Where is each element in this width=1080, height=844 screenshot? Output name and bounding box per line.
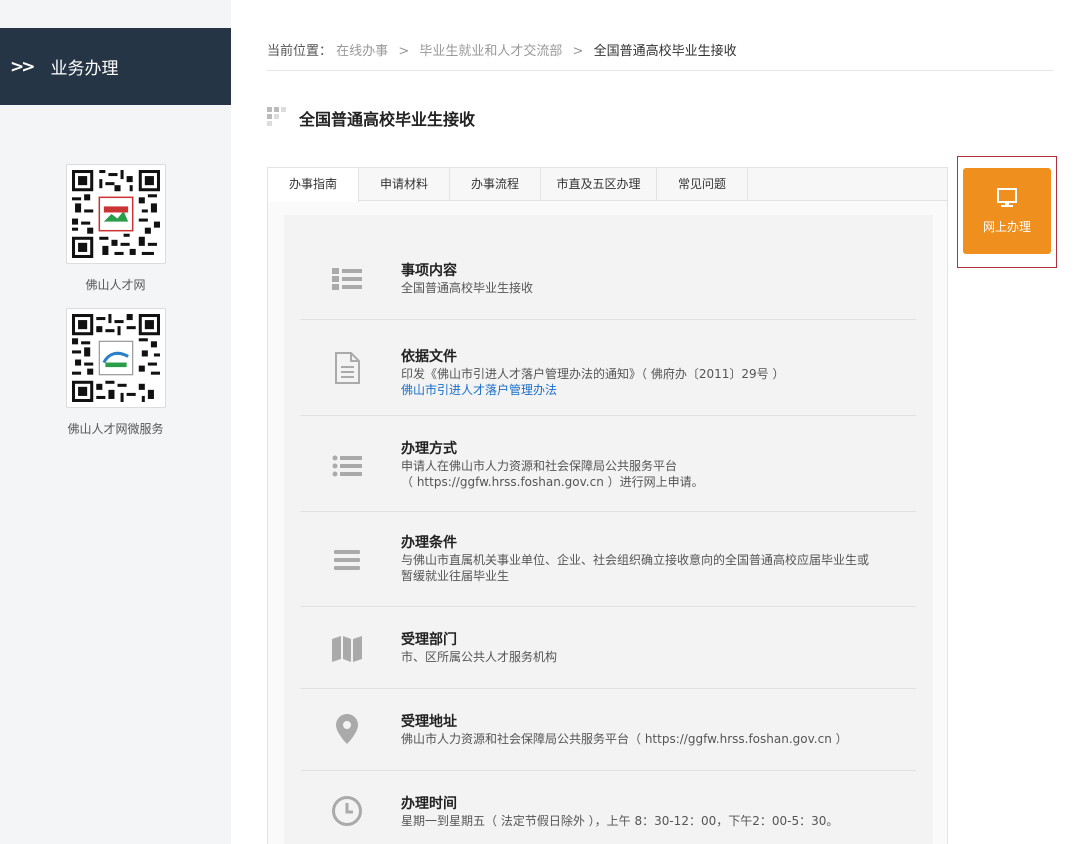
- tab-faq[interactable]: 常见问题: [657, 168, 748, 201]
- online-button-frame: 网上办理: [957, 156, 1057, 268]
- breadcrumb-prefix: 当前位置：: [267, 44, 333, 59]
- item-desc: 暂缓就业往届毕业生: [401, 569, 510, 583]
- item-content: 受理地址 佛山市人力资源和社会保障局公共服务平台（ https://ggfw.h…: [401, 713, 848, 747]
- qr-label: 佛山人才网: [85, 278, 146, 292]
- item-desc: （ https://ggfw.hrss.foshan.gov.cn ）进行网上申…: [401, 475, 704, 489]
- map-icon: [331, 633, 363, 665]
- item-content: 依据文件 印发《佛山市引进人才落户管理办法的通知》（ 佛府办〔2011〕29号 …: [401, 348, 784, 398]
- tab-bar: 办事指南 申请材料 办事流程 市直及五区办理 常见问题: [268, 168, 947, 202]
- qr-block-website: 佛山人才网: [0, 164, 231, 293]
- online-button-label: 网上办理: [982, 219, 1031, 234]
- list-item-hours: 办理时间 星期一到星期五（ 法定节假日除外 ），上午 8：30-12：00，下午…: [301, 771, 916, 844]
- breadcrumb-separator: >: [572, 44, 584, 59]
- item-title: 事项内容: [401, 263, 457, 279]
- item-desc: 全国普通高校毕业生接收: [401, 281, 534, 295]
- qr-code-icon: [71, 170, 160, 258]
- qr-label: 佛山人才网微服务: [67, 422, 164, 436]
- item-content: 事项内容 全国普通高校毕业生接收: [401, 262, 533, 296]
- grid-dots-icon: [267, 107, 286, 126]
- item-title: 办理条件: [401, 535, 457, 551]
- list-icon: [331, 263, 363, 295]
- qr-code-image: [65, 164, 166, 264]
- list-item-conditions: 办理条件 与佛山市直属机关事业单位、企业、社会组织确立接收意向的全国普通高校应届…: [301, 512, 916, 607]
- tab-panel: 办事指南 申请材料 办事流程 市直及五区办理 常见问题 事项内容 全国普通高校毕…: [267, 167, 948, 844]
- basis-document-link[interactable]: 佛山市引进人才落户管理办法: [401, 382, 784, 398]
- breadcrumb-link-department[interactable]: 毕业生就业和人才交流部: [419, 44, 562, 59]
- tab-process[interactable]: 办事流程: [450, 168, 541, 201]
- item-desc: 星期一到星期五（ 法定节假日除外 ），上午 8：30-12：00，下午2：00-…: [401, 814, 839, 828]
- clock-icon: [331, 795, 363, 827]
- item-desc: 佛山市人力资源和社会保障局公共服务平台（ https://ggfw.hrss.f…: [401, 732, 848, 746]
- breadcrumb: 当前位置： 在线办事 > 毕业生就业和人才交流部 > 全国普通高校毕业生接收: [267, 40, 1053, 71]
- double-chevron-right-icon: >>: [10, 56, 35, 77]
- item-desc: 申请人在佛山市人力资源和社会保障局公共服务平台: [401, 459, 678, 473]
- breadcrumb-link-online-services[interactable]: 在线办事: [336, 44, 388, 59]
- item-title: 受理地址: [401, 714, 457, 730]
- item-desc: 与佛山市直属机关事业单位、企业、社会组织确立接收意向的全国普通高校应届毕业生或: [401, 553, 870, 567]
- monitor-icon: [997, 187, 1017, 207]
- online-handle-button[interactable]: 网上办理: [963, 168, 1051, 254]
- sidebar: >> 业务办理 佛山人才网 佛山人才网微服务: [0, 0, 231, 844]
- item-content: 办理方式 申请人在佛山市人力资源和社会保障局公共服务平台 （ https://g…: [401, 440, 704, 490]
- item-title: 依据文件: [401, 349, 457, 365]
- item-title: 受理部门: [401, 632, 457, 648]
- tab-guide[interactable]: 办事指南: [268, 168, 359, 202]
- list-item-matter: 事项内容 全国普通高校毕业生接收: [301, 215, 916, 320]
- location-pin-icon: [331, 713, 363, 745]
- guide-content: 事项内容 全国普通高校毕业生接收 依据文件 印发《佛山市引进人才落户管理办法的通…: [284, 215, 933, 844]
- qr-code-icon: [71, 314, 160, 402]
- item-desc: 市、区所属公共人才服务机构: [401, 650, 558, 664]
- menu-icon: [331, 544, 363, 576]
- tab-districts[interactable]: 市直及五区办理: [541, 168, 657, 201]
- qr-code-image: [65, 308, 166, 408]
- item-content: 受理部门 市、区所属公共人才服务机构: [401, 631, 557, 665]
- item-desc: 印发《佛山市引进人才落户管理办法的通知》（ 佛府办〔2011〕29号 ）: [401, 367, 785, 381]
- sidebar-header[interactable]: >> 业务办理: [0, 28, 231, 105]
- item-title: 办理方式: [401, 441, 457, 457]
- page-title-text: 全国普通高校毕业生接收: [299, 110, 476, 129]
- list-item-basis: 依据文件 印发《佛山市引进人才落户管理办法的通知》（ 佛府办〔2011〕29号 …: [301, 320, 916, 416]
- page-title: 全国普通高校毕业生接收: [267, 106, 475, 130]
- list-item-department: 受理部门 市、区所属公共人才服务机构: [301, 607, 916, 689]
- breadcrumb-current: 全国普通高校毕业生接收: [593, 44, 737, 59]
- breadcrumb-separator: >: [398, 44, 410, 59]
- list-item-method: 办理方式 申请人在佛山市人力资源和社会保障局公共服务平台 （ https://g…: [301, 416, 916, 512]
- sidebar-title: 业务办理: [50, 59, 119, 79]
- qr-block-wechat: 佛山人才网微服务: [0, 308, 231, 437]
- tab-materials[interactable]: 申请材料: [359, 168, 450, 201]
- item-title: 办理时间: [401, 796, 457, 812]
- item-content: 办理时间 星期一到星期五（ 法定节假日除外 ），上午 8：30-12：00，下午…: [401, 795, 838, 829]
- list-item-address: 受理地址 佛山市人力资源和社会保障局公共服务平台（ https://ggfw.h…: [301, 689, 916, 771]
- document-icon: [331, 352, 363, 384]
- item-content: 办理条件 与佛山市直属机关事业单位、企业、社会组织确立接收意向的全国普通高校应届…: [401, 534, 869, 584]
- bullet-list-icon: [331, 450, 363, 482]
